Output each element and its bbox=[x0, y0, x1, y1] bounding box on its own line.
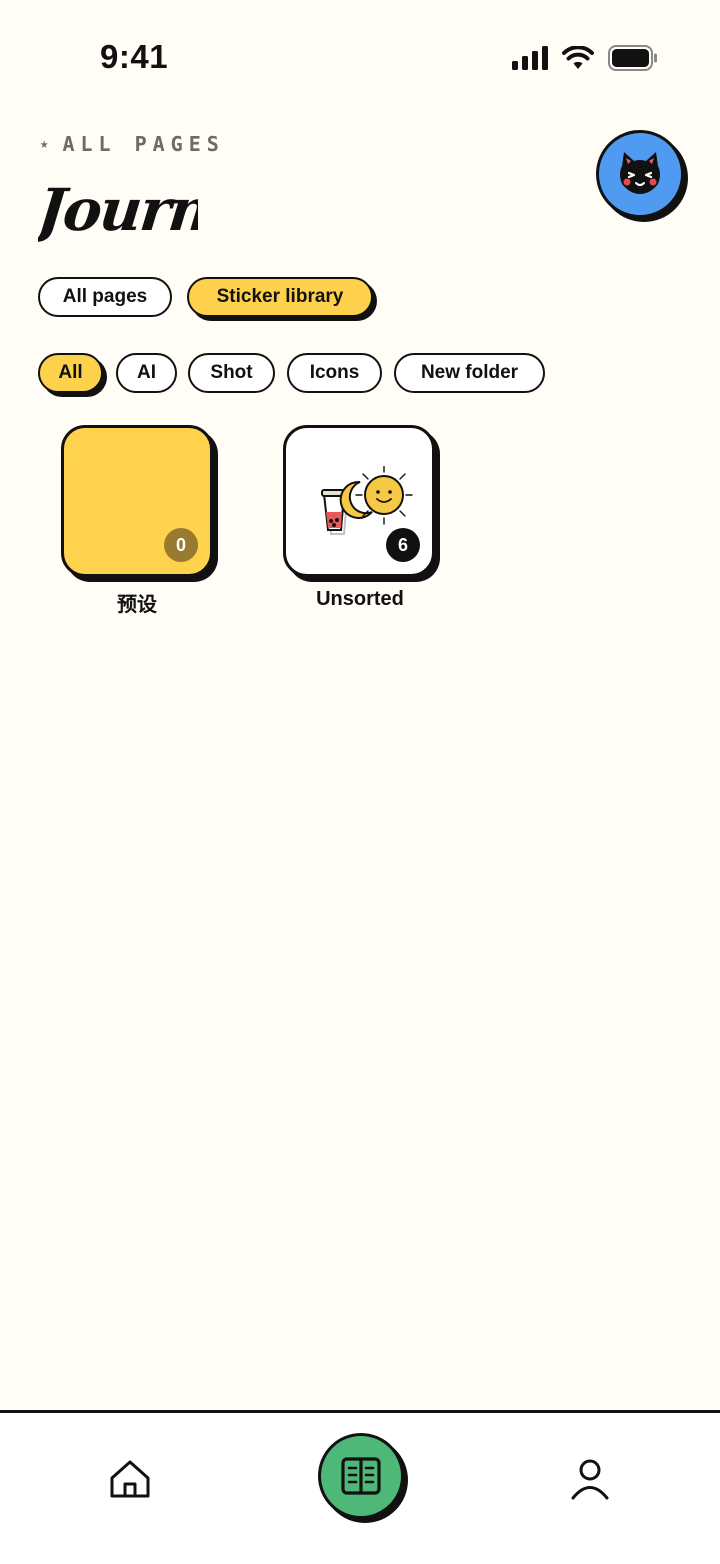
profile-icon bbox=[571, 1459, 609, 1500]
filter-ai-label: AI bbox=[137, 362, 156, 383]
filter-shot-label: Shot bbox=[210, 362, 253, 383]
tab-sticker-library[interactable]: Sticker library bbox=[187, 277, 373, 317]
filter-all-label: All bbox=[58, 362, 83, 383]
black-cat-avatar-icon bbox=[620, 152, 660, 194]
page-eyebrow: ★ ALL PAGES bbox=[40, 132, 225, 156]
bottom-nav bbox=[0, 1410, 720, 1564]
filter-all[interactable]: All bbox=[38, 353, 103, 393]
avatar[interactable] bbox=[596, 130, 684, 218]
tab-all-pages-label: All pages bbox=[62, 286, 148, 307]
folder-count-badge: 0 bbox=[164, 528, 198, 562]
folder-card-preset[interactable]: 0 bbox=[61, 425, 213, 577]
nav-profile[interactable] bbox=[564, 1451, 616, 1507]
status-icons bbox=[512, 42, 658, 74]
folder-name: 预设 bbox=[117, 594, 157, 616]
filter-new-folder-label: New folder bbox=[420, 362, 519, 383]
folder-name: Unsorted bbox=[316, 588, 404, 610]
folder-card-unsorted[interactable]: 6 bbox=[283, 425, 435, 577]
folder-count-badge: 6 bbox=[386, 528, 420, 562]
filter-icons[interactable]: Icons bbox=[287, 353, 382, 393]
filter-icons-label: Icons bbox=[309, 362, 360, 383]
nav-home[interactable] bbox=[104, 1453, 156, 1505]
nav-journal[interactable] bbox=[318, 1433, 404, 1519]
home-icon bbox=[110, 1460, 150, 1498]
tab-all-pages[interactable]: All pages bbox=[38, 277, 172, 317]
battery-icon bbox=[608, 45, 657, 71]
page-title: Journal bbox=[38, 176, 198, 244]
journal-book-icon bbox=[341, 1457, 381, 1495]
page-title-container: Journal bbox=[38, 168, 198, 252]
filter-ai[interactable]: AI bbox=[116, 353, 177, 393]
folder-count: 0 bbox=[175, 534, 186, 555]
eyebrow-label: ALL PAGES bbox=[62, 132, 225, 156]
filter-shot[interactable]: Shot bbox=[188, 353, 275, 393]
filter-new-folder[interactable]: New folder bbox=[394, 353, 545, 393]
folder-count: 6 bbox=[397, 534, 408, 555]
wifi-icon bbox=[562, 46, 594, 69]
sun-sticker-icon bbox=[355, 466, 413, 525]
tab-sticker-library-label: Sticker library bbox=[216, 286, 344, 307]
signal-icon bbox=[512, 46, 548, 70]
star-icon: ★ bbox=[40, 136, 49, 152]
status-time: 9:41 bbox=[100, 38, 169, 75]
status-bar: 9:41 bbox=[0, 0, 720, 110]
